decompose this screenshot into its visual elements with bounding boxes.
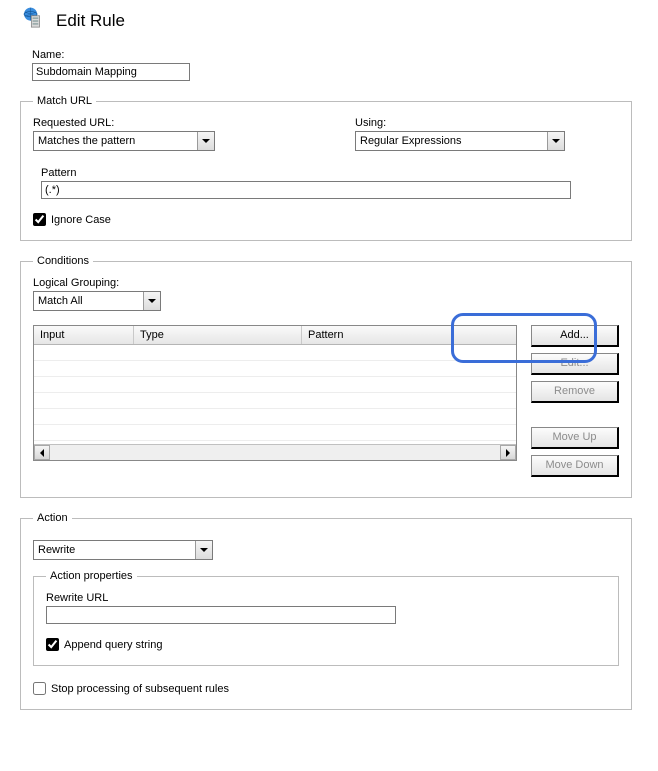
append-query-checkbox[interactable]: [46, 638, 59, 651]
stop-processing-label: Stop processing of subsequent rules: [51, 683, 229, 695]
action-group: Action Rewrite Action properties Rewrite…: [20, 512, 632, 710]
table-row: [34, 345, 516, 361]
col-pattern[interactable]: Pattern: [302, 326, 516, 344]
ignore-case-checkbox[interactable]: [33, 213, 46, 226]
table-row: [34, 361, 516, 377]
match-url-group: Match URL Requested URL: Matches the pat…: [20, 95, 632, 241]
horizontal-scrollbar[interactable]: [34, 444, 516, 460]
name-input[interactable]: [32, 63, 190, 81]
table-row: [34, 409, 516, 425]
scroll-right-icon[interactable]: [500, 445, 516, 460]
action-type-dropdown[interactable]: Rewrite: [33, 540, 213, 560]
conditions-legend: Conditions: [33, 255, 93, 267]
rewrite-url-label: Rewrite URL: [46, 592, 606, 604]
table-row: [34, 377, 516, 393]
conditions-table[interactable]: Input Type Pattern: [33, 325, 517, 461]
move-down-button[interactable]: Move Down: [531, 455, 619, 477]
match-url-legend: Match URL: [33, 95, 96, 107]
move-up-button[interactable]: Move Up: [531, 427, 619, 449]
ignore-case-label: Ignore Case: [51, 214, 111, 226]
requested-url-label: Requested URL:: [33, 117, 215, 129]
scroll-track[interactable]: [50, 445, 500, 460]
action-properties-legend: Action properties: [46, 570, 137, 582]
table-header: Input Type Pattern: [34, 326, 516, 345]
chevron-down-icon: [547, 132, 564, 150]
name-label: Name:: [32, 49, 632, 61]
add-button[interactable]: Add...: [531, 325, 619, 347]
action-properties-group: Action properties Rewrite URL Append que…: [33, 570, 619, 666]
requested-url-dropdown[interactable]: Matches the pattern: [33, 131, 215, 151]
stop-processing-checkbox[interactable]: [33, 682, 46, 695]
table-row: [34, 425, 516, 441]
page-header: Edit Rule: [20, 6, 632, 35]
page-title: Edit Rule: [56, 11, 125, 31]
pattern-input[interactable]: [41, 181, 571, 199]
table-body: [34, 345, 516, 444]
chevron-down-icon: [143, 292, 160, 310]
edit-button[interactable]: Edit...: [531, 353, 619, 375]
remove-button[interactable]: Remove: [531, 381, 619, 403]
rewrite-url-input[interactable]: [46, 606, 396, 624]
grouping-dropdown[interactable]: Match All: [33, 291, 161, 311]
action-legend: Action: [33, 512, 72, 524]
table-row: [34, 393, 516, 409]
chevron-down-icon: [197, 132, 214, 150]
using-label: Using:: [355, 117, 565, 129]
scroll-left-icon[interactable]: [34, 445, 50, 460]
pattern-label: Pattern: [41, 167, 619, 179]
col-input[interactable]: Input: [34, 326, 134, 344]
chevron-down-icon: [195, 541, 212, 559]
conditions-group: Conditions Logical Grouping: Match All I…: [20, 255, 632, 498]
append-query-label: Append query string: [64, 639, 162, 651]
grouping-label: Logical Grouping:: [33, 277, 619, 289]
using-dropdown[interactable]: Regular Expressions: [355, 131, 565, 151]
app-icon: [20, 6, 46, 35]
col-type[interactable]: Type: [134, 326, 302, 344]
